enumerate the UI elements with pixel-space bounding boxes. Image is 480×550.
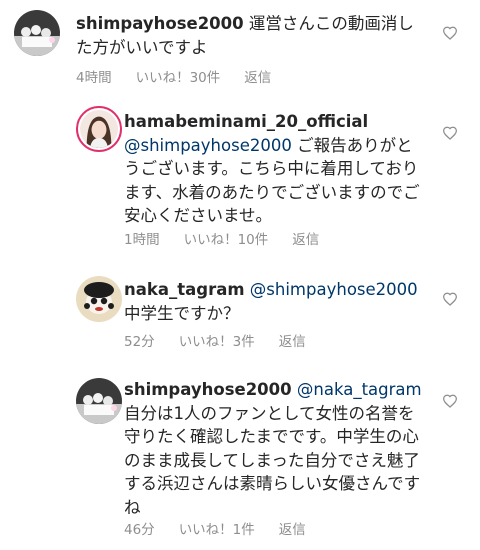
- comment-item: shimpayhose2000 運営さんこの動画消した方がいいですよ 4時間 いい…: [0, 0, 480, 90]
- comment-meta: 52分 いいね！3件 返信: [124, 330, 330, 350]
- comment-text: 自分は1人のファンとして女性の名誉を守りたく確認したまでです。中学生の心のまま成…: [124, 403, 421, 517]
- reply-button[interactable]: 返信: [279, 522, 306, 538]
- heart-outline-icon[interactable]: [442, 26, 458, 40]
- comment-time: 4時間: [76, 70, 112, 86]
- comment-body: shimpayhose2000 @naka_tagram 自分は1人のファンとし…: [124, 378, 424, 519]
- comment-likes[interactable]: いいね！10件: [184, 232, 269, 248]
- comment-likes[interactable]: いいね！3件: [179, 334, 255, 350]
- cartoon-character-avatar-image: [76, 276, 122, 322]
- heart-outline-icon[interactable]: [442, 292, 458, 306]
- comment-likes[interactable]: いいね！1件: [179, 522, 255, 538]
- comment-time: 52分: [124, 334, 155, 350]
- comment-mention[interactable]: @shimpayhose2000: [124, 136, 292, 155]
- comment-username[interactable]: shimpayhose2000: [76, 14, 244, 33]
- comment-body: hamabeminami_20_official @shimpayhose200…: [124, 110, 424, 228]
- comment-username[interactable]: naka_tagram: [124, 280, 245, 299]
- comment-mention[interactable]: @shimpayhose2000: [250, 280, 418, 299]
- comment-username[interactable]: hamabeminami_20_official: [124, 112, 368, 131]
- comment-meta: 1時間 いいね！10件 返信: [124, 228, 343, 248]
- reply-button[interactable]: 返信: [244, 70, 271, 86]
- group-photo-avatar[interactable]: [76, 378, 122, 424]
- cartoon-character-avatar[interactable]: [76, 276, 122, 322]
- comment-text: 中学生ですか？: [124, 303, 240, 323]
- heart-outline-icon[interactable]: [442, 126, 458, 140]
- comment-username[interactable]: shimpayhose2000: [124, 380, 292, 399]
- comment-meta: 46分 いいね！1件 返信: [124, 518, 330, 538]
- group-photo-avatar-image: [76, 378, 122, 424]
- comment-item: shimpayhose2000 @naka_tagram 自分は1人のファンとし…: [0, 368, 480, 550]
- reply-button[interactable]: 返信: [279, 334, 306, 350]
- comment-item: hamabeminami_20_official @shimpayhose200…: [0, 98, 480, 258]
- comment-likes[interactable]: いいね！30件: [136, 70, 221, 86]
- comment-item: naka_tagram @shimpayhose2000 中学生ですか？ 52分…: [0, 264, 480, 356]
- reply-button[interactable]: 返信: [292, 232, 319, 248]
- comment-time: 46分: [124, 522, 155, 538]
- comment-body: naka_tagram @shimpayhose2000 中学生ですか？: [124, 278, 424, 325]
- profile-photo-avatar[interactable]: [76, 106, 122, 152]
- comment-mention[interactable]: @naka_tagram: [297, 380, 422, 399]
- comment-meta: 4時間 いいね！30件 返信: [76, 66, 295, 86]
- comment-time: 1時間: [124, 232, 160, 248]
- group-photo-avatar-image: [14, 10, 60, 56]
- heart-outline-icon[interactable]: [442, 394, 458, 408]
- comment-body: shimpayhose2000 運営さんこの動画消した方がいいですよ: [76, 12, 428, 59]
- profile-photo-avatar-image: [80, 110, 118, 148]
- group-photo-avatar[interactable]: [14, 10, 60, 56]
